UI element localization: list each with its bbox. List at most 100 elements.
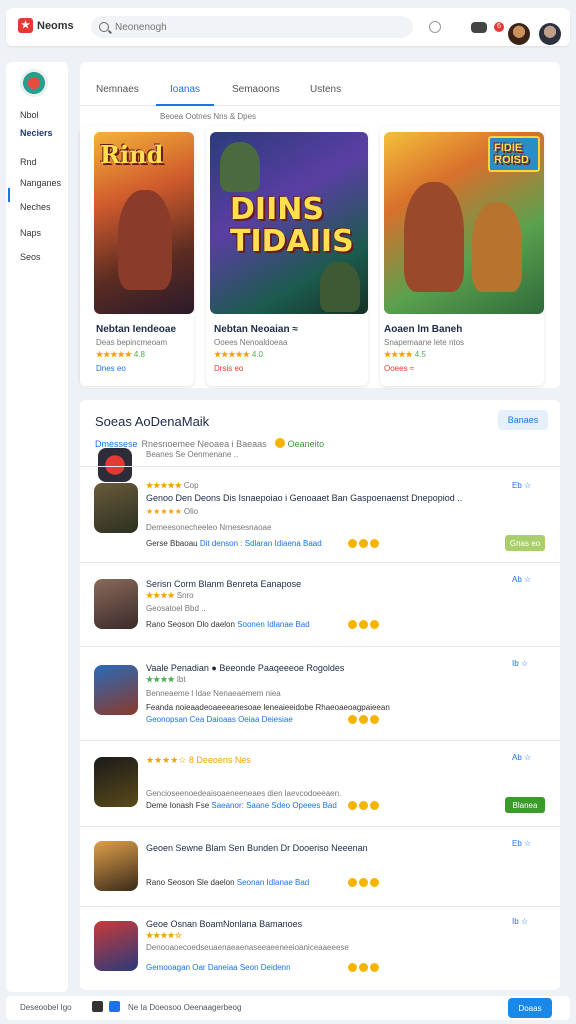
search-bar[interactable] — [91, 16, 413, 38]
cover-title: FIDIE ROISD — [488, 136, 540, 172]
tab-1[interactable]: Nemnaes — [96, 84, 139, 95]
list-item[interactable]: Vaale Penadian ● Beeonde Paaqeeeoe Rogol… — [80, 646, 560, 740]
list-item[interactable]: Geoen Sewne Blam Sen Bunden Dr Dooeriso … — [80, 826, 560, 906]
card-subtitle: Ooees Nenoaldoeaa — [214, 338, 288, 347]
card-rating: ★★★★★ 4.0 — [214, 350, 263, 359]
row-link[interactable]: Soonen Idlanae Bad — [237, 620, 310, 629]
rating-value: 4.5 — [414, 350, 426, 359]
active-indicator — [8, 188, 10, 202]
row-action-button[interactable]: Blanea — [505, 797, 545, 813]
row-links: Gemooagan Oar Daneiaa Seon Deidenn — [146, 963, 291, 972]
notification-badge[interactable]: 6 — [494, 22, 504, 32]
row-link[interactable]: Seonan Idlanae Bad — [237, 878, 310, 887]
card-rating: ★★★★★ 4.8 — [96, 350, 145, 359]
avatar[interactable] — [508, 23, 530, 45]
row-links-plain[interactable]: Feanda noieaadeoaeeeanesoae leneaieeidob… — [146, 703, 486, 712]
row-description: Benneaeme l Idae Nenaeaemem niea — [146, 689, 281, 698]
row-link-plain[interactable]: Gerse Bbaoau — [146, 539, 198, 548]
star-rating: ★★★★ — [384, 350, 413, 359]
sidebar-logo-icon[interactable] — [20, 69, 48, 97]
sidebar-item-2[interactable]: Neciers — [20, 128, 53, 138]
game-icon — [94, 841, 138, 891]
row-meta[interactable]: Ib ☆ — [512, 659, 528, 668]
footer-button[interactable]: Doaas — [508, 998, 552, 1018]
rating-value: Snro — [176, 591, 194, 600]
game-icon — [94, 665, 138, 715]
game-card[interactable]: FIDIE ROISD Aoaen lm Baneh Snapemaane le… — [380, 126, 544, 386]
card-title: Nebtan Neoaian ≈ — [214, 324, 298, 335]
featured-panel: Nemnaes Ioanas Semaoons Ustens Beoea Oot… — [80, 62, 560, 388]
list-item[interactable]: Serisn Corm Blanm Benreta Eanapose ★★★★ S… — [80, 562, 560, 646]
sidebar-item-4[interactable]: Nanganes — [20, 178, 61, 188]
sidebar-item-6[interactable]: Naps — [20, 228, 41, 238]
coin-icons — [348, 801, 381, 812]
search-input[interactable] — [115, 21, 395, 33]
avatar[interactable] — [539, 23, 561, 45]
app-icon[interactable] — [109, 1001, 120, 1012]
coin-icons — [348, 715, 381, 726]
list-item[interactable]: Geoe Osnan BoamNonlana Bamanoes ★★★★☆ De… — [80, 906, 560, 988]
game-card[interactable]: DIINS TIDAIIS Nebtan Neoaian ≈ Ooees Nen… — [206, 126, 368, 386]
active-tab-underline — [156, 104, 214, 106]
tab-3[interactable]: Semaoons — [232, 84, 280, 95]
row-title: Geoen Sewne Blam Sen Bunden Dr Dooeriso … — [146, 843, 368, 853]
gamepad-icon[interactable] — [471, 22, 487, 33]
rating-value: Ibt — [176, 675, 186, 684]
sidebar-item-3[interactable]: Rnd — [20, 157, 37, 167]
list-title: Soeas AoDenaMaik — [95, 414, 210, 429]
row-title: ★★★★☆ 8 Deeoens Nes — [146, 755, 251, 765]
brand[interactable]: ★ Neoms — [18, 18, 74, 33]
row-link[interactable]: Geonopsan Cea Daioaas Oeiaa Deiesiae — [146, 715, 293, 724]
game-icon — [94, 757, 138, 807]
search-icon — [99, 22, 109, 32]
list-item[interactable]: ★★★★★ Cop Genoo Den Deons Dis Isnaepoiao … — [80, 466, 560, 562]
row-meta[interactable]: Eb ☆ — [512, 481, 531, 490]
footer-label: Deseoobel Igo — [20, 1003, 72, 1012]
row-link-plain[interactable]: Deme Ionash Fse — [146, 801, 209, 810]
sidebar-item-1[interactable]: Nbol — [20, 110, 39, 120]
tab-4[interactable]: Ustens — [310, 84, 341, 95]
row-meta[interactable]: Ab ☆ — [512, 753, 531, 762]
game-icon — [94, 921, 138, 971]
card-price[interactable]: Drsis eo — [214, 364, 243, 373]
app-icon[interactable] — [92, 1001, 103, 1012]
game-list-panel: Soeas AoDenaMaik Banaes Dmessese Rnesnoem… — [80, 400, 560, 990]
coin-icon — [274, 438, 285, 448]
character-figure — [220, 142, 260, 192]
top-bar: ★ Neoms 6 — [6, 8, 570, 46]
row-link-plain[interactable]: Rano Seoson Dlo daelon — [146, 620, 235, 629]
list-subheader: Beanes Se Oenmenane .. — [146, 450, 239, 459]
game-cover-image: FIDIE ROISD — [384, 132, 544, 314]
row-link[interactable]: Saeanor: Saane Sdeo Opeees Bad — [211, 801, 336, 810]
card-price[interactable]: Dnes eo — [96, 364, 126, 373]
card-title: Aoaen lm Baneh — [384, 324, 463, 335]
row-description: Demeesonecheeleo Nrnesesnaoae — [146, 523, 272, 532]
card-price[interactable]: Ooees ≈ — [384, 364, 414, 373]
row-title: Vaale Penadian ● Beeonde Paaqeeeoe Rogol… — [146, 663, 345, 673]
row-meta[interactable]: Ab ☆ — [512, 575, 531, 584]
row-link-plain[interactable]: Rano Seoson Sle daelon — [146, 878, 235, 887]
row-action-button[interactable]: Gnas eo — [505, 535, 545, 551]
tab-2[interactable]: Ioanas — [170, 84, 200, 95]
cover-title: DIINS TIDAIIS — [230, 192, 354, 259]
sidebar-item-7[interactable]: Seos — [20, 252, 41, 262]
footer-bar: Deseoobel Igo Ne Ia Doeosoo Oeenaagerbeo… — [6, 996, 570, 1020]
row-rating: ★★★★★ Cop — [146, 481, 199, 490]
row-link[interactable]: Dit denson : Sdlaran Idiaena Baad — [200, 539, 322, 548]
list-action-button[interactable]: Banaes — [498, 410, 548, 430]
coin-icons — [348, 963, 381, 974]
card-subtitle: Deas bepincmeoam — [96, 338, 168, 347]
game-card[interactable]: Rind Nebtan Iendeoae Deas bepincmeoam ★★… — [80, 126, 194, 386]
row-meta[interactable]: Eb ☆ — [512, 839, 531, 848]
sidebar: Nbol Neciers Rnd Nanganes Neches Naps Se… — [6, 62, 68, 992]
character-figure — [472, 202, 522, 292]
row-links: Deme Ionash Fse Saeanor: Saane Sdeo Opee… — [146, 801, 337, 810]
game-cover-image: DIINS TIDAIIS — [210, 132, 368, 314]
list-header-text: Rnesnoemee Neoaea i Baeaas — [141, 439, 267, 449]
mic-icon[interactable] — [429, 21, 441, 33]
list-item[interactable]: ★★★★☆ 8 Deeoens Nes Gencioseenoedeaisoae… — [80, 740, 560, 826]
row-links: Gerse Bbaoau Dit denson : Sdlaran Idiaen… — [146, 539, 322, 548]
row-meta[interactable]: Ib ☆ — [512, 917, 528, 926]
row-link[interactable]: Gemooagan Oar Daneiaa Seon Deidenn — [146, 963, 291, 972]
sidebar-item-5[interactable]: Neches — [20, 202, 51, 212]
